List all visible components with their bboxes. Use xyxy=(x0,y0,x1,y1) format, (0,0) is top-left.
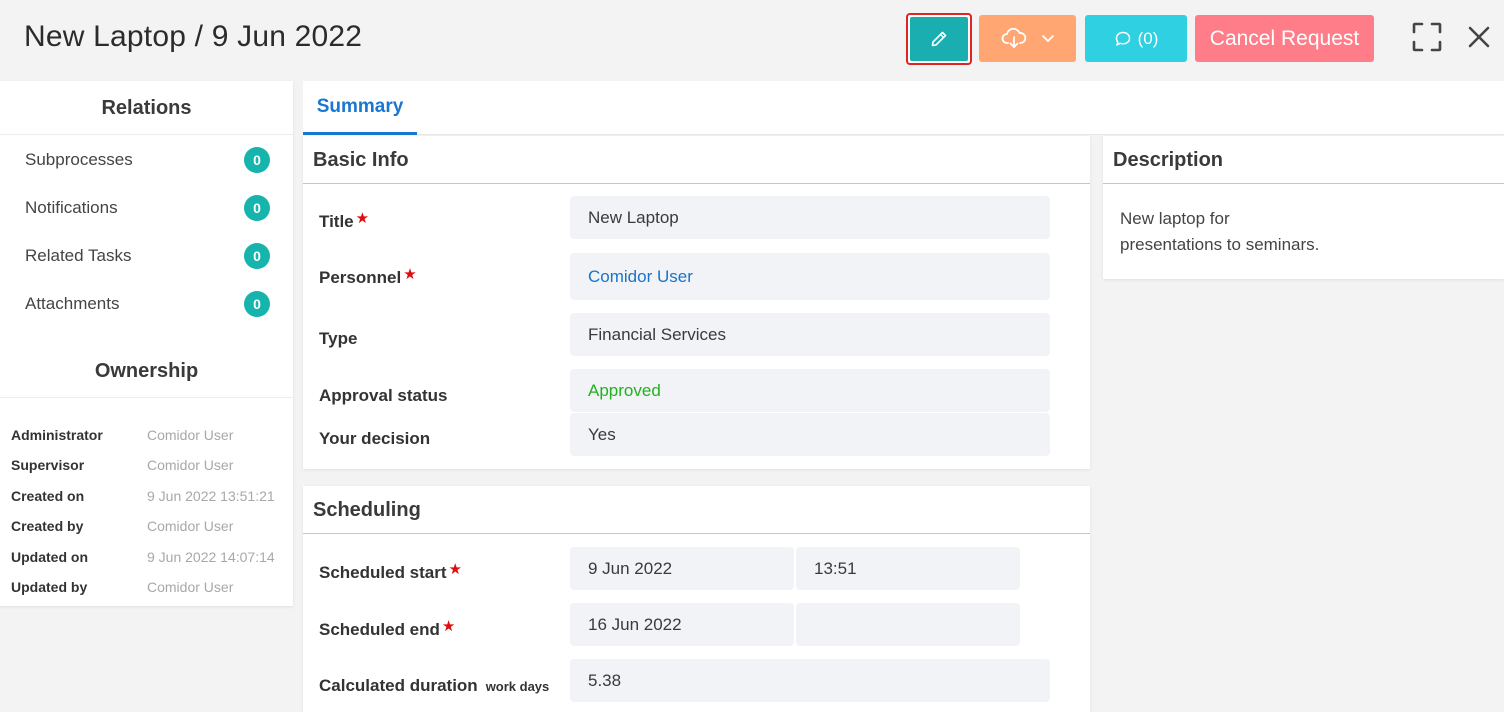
edit-button[interactable] xyxy=(906,13,972,65)
duration-unit: work days xyxy=(485,679,550,694)
pencil-icon xyxy=(931,31,947,47)
calculated-duration-field: 5.38 xyxy=(570,659,1050,702)
approval-status-field: Approved xyxy=(570,369,1050,412)
count-badge: 0 xyxy=(244,147,270,173)
ownership-row: Administrator Comidor User xyxy=(11,425,291,445)
basic-info-heading: Basic Info xyxy=(303,136,1090,184)
relations-heading: Relations xyxy=(0,81,293,135)
description-card: Description New laptop for presentations… xyxy=(1103,136,1504,279)
ownership-value: Comidor User xyxy=(147,579,234,595)
ownership-row: Created on 9 Jun 2022 13:51:21 xyxy=(11,486,291,506)
expand-button[interactable] xyxy=(1410,20,1444,54)
your-decision-field[interactable]: Yes xyxy=(570,413,1050,456)
title-field[interactable]: New Laptop xyxy=(570,196,1050,239)
divider xyxy=(0,397,293,398)
description-line: New laptop for xyxy=(1120,209,1230,228)
personnel-link[interactable]: Comidor User xyxy=(588,267,693,287)
approval-status-value: Approved xyxy=(588,380,661,400)
personnel-label: Personnel ★ xyxy=(319,266,417,288)
ownership-value: 9 Jun 2022 14:07:14 xyxy=(147,549,275,565)
required-star-icon: ★ xyxy=(403,266,417,283)
scheduled-start-label: Scheduled start ★ xyxy=(319,561,462,583)
count-badge: 0 xyxy=(244,243,270,269)
field-label-text: Personnel xyxy=(319,268,402,287)
scheduled-end-time-field[interactable] xyxy=(796,603,1020,646)
scheduling-card: Scheduling Scheduled start ★ 9 Jun 2022 1… xyxy=(303,486,1090,712)
tab-summary[interactable]: Summary xyxy=(303,81,417,135)
personnel-field[interactable]: Comidor User xyxy=(570,253,1050,300)
cloud-download-icon xyxy=(1001,27,1026,48)
relation-item-related-tasks[interactable]: Related Tasks 0 xyxy=(25,241,270,271)
relation-label: Subprocesses xyxy=(25,150,133,169)
relation-label: Notifications xyxy=(25,198,118,217)
expand-icon xyxy=(1412,22,1442,52)
title-label: Title ★ xyxy=(319,210,370,232)
comments-button[interactable]: (0) xyxy=(1085,15,1187,62)
ownership-heading: Ownership xyxy=(94,360,199,382)
ownership-value: Comidor User xyxy=(147,457,234,473)
relation-label: Related Tasks xyxy=(25,246,132,265)
type-label: Type xyxy=(319,329,358,348)
type-field[interactable]: Financial Services xyxy=(570,313,1050,356)
chevron-down-icon xyxy=(1041,34,1054,42)
comment-icon xyxy=(1115,31,1130,46)
relation-item-subprocesses[interactable]: Subprocesses 0 xyxy=(25,145,270,175)
ownership-value: Comidor User xyxy=(147,518,234,534)
field-label-text: Scheduled start xyxy=(319,563,447,582)
description-heading: Description xyxy=(1103,136,1504,184)
ownership-row: Created by Comidor User xyxy=(11,516,291,536)
required-star-icon: ★ xyxy=(448,561,462,578)
approval-status-label: Approval status xyxy=(319,386,448,405)
ownership-label: Updated on xyxy=(11,549,88,565)
field-label-text: Scheduled end xyxy=(319,620,440,639)
required-star-icon: ★ xyxy=(441,618,456,635)
cancel-request-button[interactable]: Cancel Request xyxy=(1195,15,1374,62)
your-decision-label: Your decision xyxy=(319,429,431,448)
scheduled-start-date-field[interactable]: 9 Jun 2022 xyxy=(570,547,794,590)
scheduled-end-date-field[interactable]: 16 Jun 2022 xyxy=(570,603,794,646)
comments-count: (0) xyxy=(1137,28,1159,48)
download-dropdown-button[interactable] xyxy=(979,15,1076,62)
description-line: presentations to seminars. xyxy=(1120,235,1320,254)
relation-item-notifications[interactable]: Notifications 0 xyxy=(25,193,270,223)
tab-bar: Summary xyxy=(303,81,1504,135)
ownership-value: 9 Jun 2022 13:51:21 xyxy=(147,488,275,504)
scheduling-heading: Scheduling xyxy=(303,486,1090,534)
count-badge: 0 xyxy=(244,195,270,221)
close-icon xyxy=(1468,26,1490,48)
relation-label: Attachments xyxy=(25,294,120,313)
ownership-value: Comidor User xyxy=(147,427,234,443)
close-button[interactable] xyxy=(1462,20,1496,54)
ownership-label: Supervisor xyxy=(11,457,85,473)
ownership-label: Updated by xyxy=(11,579,88,595)
description-text: New laptop for presentations to seminars… xyxy=(1120,206,1320,258)
calculated-duration-label: Calculated duration work days xyxy=(319,676,549,696)
ownership-row: Updated on 9 Jun 2022 14:07:14 xyxy=(11,547,291,567)
ownership-label: Administrator xyxy=(11,427,103,443)
relations-panel: Relations Subprocesses 0 Notifications 0… xyxy=(0,81,293,606)
ownership-row: Supervisor Comidor User xyxy=(11,455,291,475)
required-star-icon: ★ xyxy=(355,210,370,227)
ownership-row: Updated by Comidor User xyxy=(11,577,291,597)
count-badge: 0 xyxy=(244,291,270,317)
scheduled-end-label: Scheduled end ★ xyxy=(319,618,456,640)
scheduled-start-time-field[interactable]: 13:51 xyxy=(796,547,1020,590)
ownership-label: Created on xyxy=(11,488,85,504)
ownership-label: Created by xyxy=(11,518,84,534)
field-label-text: Calculated duration xyxy=(319,676,478,695)
page-title: New Laptop / 9 Jun 2022 xyxy=(24,20,363,53)
basic-info-card: Basic Info Title ★ New Laptop Personnel ★ … xyxy=(303,136,1090,469)
field-label-text: Title xyxy=(319,212,354,231)
relation-item-attachments[interactable]: Attachments 0 xyxy=(25,289,270,319)
